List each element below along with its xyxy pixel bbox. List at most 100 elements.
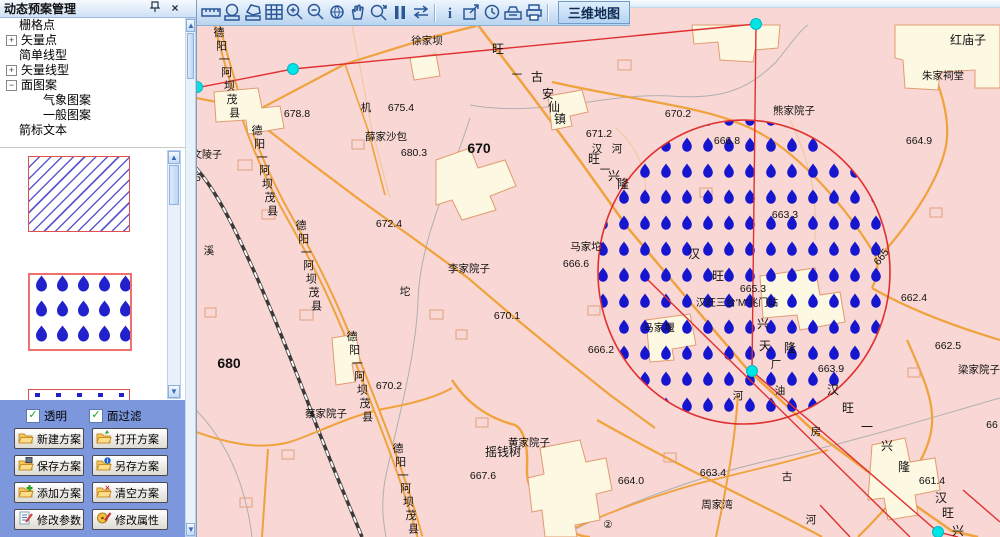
tree-item-label: 简单线型 (19, 48, 67, 63)
info-icon[interactable]: i (439, 2, 460, 24)
button-新建方案[interactable]: 新建方案 (14, 428, 84, 449)
map-label: 663.4 (700, 467, 726, 479)
close-icon[interactable]: × (168, 1, 182, 16)
measure-circle-icon[interactable] (221, 2, 242, 24)
checkmark-icon[interactable]: ✓ (89, 409, 103, 423)
expand-plus-icon[interactable]: + (6, 35, 17, 46)
scrollbar-thumb[interactable] (169, 165, 179, 205)
grid-icon[interactable] (263, 2, 284, 24)
tree-item-栅格点[interactable]: 栅格点 (0, 18, 185, 33)
map-label: 671.2 (586, 128, 612, 140)
print-icon[interactable] (523, 2, 544, 24)
map-label: 汉 (935, 491, 947, 505)
panel-title-text: 动态预案管理 (4, 2, 76, 16)
map-label: 安 (542, 86, 554, 101)
map-label: 旺 (712, 269, 724, 283)
map-label: 梁家院子 (958, 363, 1000, 376)
road-name-label: 县 (408, 522, 419, 535)
globe-icon[interactable] (326, 2, 347, 24)
road-name-label: 阳 (216, 39, 227, 52)
map-label: 兴 (757, 317, 769, 331)
export-icon[interactable] (460, 2, 481, 24)
map-label: 662.5 (935, 340, 961, 352)
button-清空方案[interactable]: ×清空方案 (92, 482, 168, 503)
road-name-label: 一 (219, 54, 230, 66)
road-name-label: 坝 (306, 272, 317, 286)
map-label: 672.4 (376, 218, 402, 230)
swap-icon[interactable] (410, 2, 431, 24)
checkbox-透明[interactable]: ✓透明 (26, 408, 67, 424)
map-label: 一 (861, 420, 873, 434)
panel-title-bar[interactable]: 动态预案管理 × (0, 0, 196, 18)
panel-scrollbar[interactable]: ▲ ▼ (185, 18, 196, 537)
button-保存方案[interactable]: 保存方案 (14, 455, 84, 476)
collapse-minus-icon[interactable]: − (6, 80, 17, 91)
tree-item-简单线型[interactable]: 简单线型 (0, 48, 185, 63)
tree-item-面图案[interactable]: −面图案 (0, 78, 185, 93)
checkbox-label: 面过滤 (107, 408, 142, 424)
pause-icon[interactable] (389, 2, 410, 24)
pattern-scrollbar[interactable]: ▲ ▼ (167, 150, 181, 399)
measure-ruler-icon[interactable] (200, 2, 221, 24)
button-添加方案[interactable]: 添加方案 (14, 482, 84, 503)
map-label: 一 (512, 69, 523, 81)
map-label: 油 (775, 384, 786, 397)
zoom-in-icon[interactable] (284, 2, 305, 24)
road-name-label: 一 (352, 358, 363, 370)
zoom-window-icon[interactable] (368, 2, 389, 24)
map-label: 汉 (688, 247, 700, 261)
measure-polygon-icon[interactable] (242, 2, 263, 24)
application-window: { "panel": { "title": "动态预案管理", "pin_ico… (0, 0, 1000, 537)
map-label: 河 (733, 390, 744, 402)
rain-drops-pattern[interactable] (28, 273, 132, 351)
road-name-label: 德 (252, 123, 263, 137)
tree-item-一般图案[interactable]: 一般图案 (0, 108, 185, 123)
button-修改属性[interactable]: 修改属性 (92, 509, 168, 530)
button-打开方案[interactable]: 打开方案 (92, 428, 168, 449)
tree-item-气象图案[interactable]: 气象图案 (0, 93, 185, 108)
tree-spacer (30, 111, 39, 120)
toolbar-separator (434, 4, 436, 22)
tree-item-矢量点[interactable]: +矢量点 (0, 33, 185, 48)
tree-spacer (6, 126, 15, 135)
map-label: 厂 (771, 359, 782, 371)
tree-item-箭标文本[interactable]: 箭标文本 (0, 123, 185, 138)
button-修改参数[interactable]: 修改参数 (14, 509, 84, 530)
map-label: 664.0 (618, 475, 644, 487)
map-label: 666.8 (714, 135, 740, 147)
map-3d-button[interactable]: 三维地图 (558, 1, 630, 24)
scroll-up-icon[interactable]: ▲ (168, 151, 180, 164)
scroll-down-icon[interactable]: ▼ (168, 385, 180, 398)
map-label: 675.4 (388, 102, 414, 114)
tree-item-矢量线型[interactable]: +矢量线型 (0, 63, 185, 78)
road-name-label: 坝 (262, 177, 273, 191)
pin-icon[interactable] (148, 1, 162, 16)
scrollbar-thumb[interactable] (187, 33, 194, 79)
pan-hand-icon[interactable] (347, 2, 368, 24)
folder-info-icon: i (96, 457, 112, 474)
map-label: 李家院子 (448, 262, 490, 275)
map-label: 古 (782, 470, 793, 483)
map-label: 朱家祠堂 (922, 69, 964, 82)
button-另存方案[interactable]: i另存方案 (92, 455, 168, 476)
button-label: 添加方案 (37, 485, 81, 501)
edit-props-icon (96, 511, 112, 528)
expand-plus-icon[interactable]: + (6, 65, 17, 76)
map-label: 河 (612, 143, 623, 155)
map-canvas[interactable]: 徐家坝红庙子朱家祠堂678.8机675.4薛家沙包680.3670671.2汉河… (196, 0, 1000, 537)
map-label: ② (603, 519, 612, 531)
zoom-out-icon[interactable] (305, 2, 326, 24)
map-label: 隆 (898, 459, 910, 474)
diagonal-hatch-pattern[interactable] (28, 156, 130, 232)
map-label: 周家湾 (701, 498, 733, 511)
clock-icon[interactable] (481, 2, 502, 24)
checkbox-面过滤[interactable]: ✓ 面过滤 (89, 408, 142, 424)
scroll-down-icon[interactable]: ▼ (186, 523, 195, 536)
plan-area-circle[interactable] (598, 120, 890, 424)
tray-icon[interactable] (502, 2, 523, 24)
scroll-up-icon[interactable]: ▲ (186, 19, 195, 32)
map-label: 古 (531, 69, 543, 84)
map-label: 汉旺三台'M'兆门站 (696, 296, 778, 309)
folder-open-icon (96, 430, 112, 447)
checkmark-icon[interactable]: ✓ (26, 409, 40, 423)
